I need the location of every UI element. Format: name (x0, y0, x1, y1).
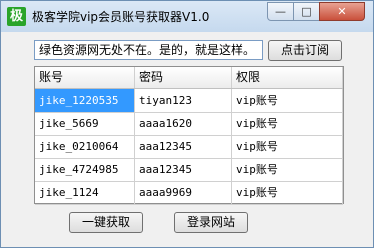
column-header-password[interactable]: 密码 (135, 67, 232, 88)
password-cell[interactable]: aaaa1620 (135, 112, 232, 135)
account-cell[interactable]: jike_4724985 (35, 158, 135, 181)
announcement-field[interactable]: 绿色资源网无处不在。是的，就是这样。 (34, 40, 263, 60)
account-table: 账号 密码 权限 jike_1220535 tiyan123 vip账号 jik… (34, 66, 344, 205)
table-row[interactable]: jike_0210064 aaa12345 vip账号 (35, 135, 343, 159)
table-header: 账号 密码 权限 (35, 67, 343, 89)
permission-cell[interactable]: vip账号 (232, 181, 343, 204)
permission-cell[interactable]: vip账号 (232, 89, 343, 112)
table-row[interactable]: jike_1220535 tiyan123 vip账号 (35, 89, 343, 113)
table-row[interactable]: jike_4724985 aaa12345 vip账号 (35, 158, 343, 182)
permission-cell[interactable]: vip账号 (232, 112, 343, 135)
permission-cell[interactable]: vip账号 (232, 135, 343, 158)
subscribe-button[interactable]: 点击订阅 (268, 40, 342, 61)
permission-cell[interactable]: vip账号 (232, 158, 343, 181)
column-header-permission[interactable]: 权限 (232, 67, 343, 88)
app-icon: 极 (7, 7, 26, 26)
column-header-account[interactable]: 账号 (35, 67, 135, 88)
close-button[interactable]: ✕ (319, 2, 365, 21)
password-cell[interactable]: aaa12345 (135, 135, 232, 158)
table-row[interactable]: jike_5669 aaaa1620 vip账号 (35, 112, 343, 136)
account-cell[interactable]: jike_1124 (35, 181, 135, 204)
login-website-button[interactable]: 登录网站 (174, 212, 248, 233)
table-row[interactable]: jike_1124 aaaa9969 vip账号 (35, 181, 343, 205)
password-cell[interactable]: tiyan123 (135, 89, 232, 112)
account-cell[interactable]: jike_0210064 (35, 135, 135, 158)
window-title: 极客学院vip会员账号获取器V1.0 (32, 10, 210, 24)
title-bar[interactable]: 极 极客学院vip会员账号获取器V1.0 — □ ✕ (1, 1, 373, 32)
app-window: 极 极客学院vip会员账号获取器V1.0 — □ ✕ 绿色资源网无处不在。是的，… (0, 0, 374, 248)
password-cell[interactable]: aaa12345 (135, 158, 232, 181)
minimize-button[interactable]: — (267, 2, 294, 21)
account-cell[interactable]: jike_5669 (35, 112, 135, 135)
client-area: 绿色资源网无处不在。是的，就是这样。 点击订阅 账号 密码 权限 jike_12… (9, 32, 367, 241)
password-cell[interactable]: aaaa9969 (135, 181, 232, 204)
account-cell[interactable]: jike_1220535 (35, 89, 135, 112)
get-accounts-button[interactable]: 一键获取 (69, 212, 143, 233)
maximize-button[interactable]: □ (293, 2, 320, 21)
